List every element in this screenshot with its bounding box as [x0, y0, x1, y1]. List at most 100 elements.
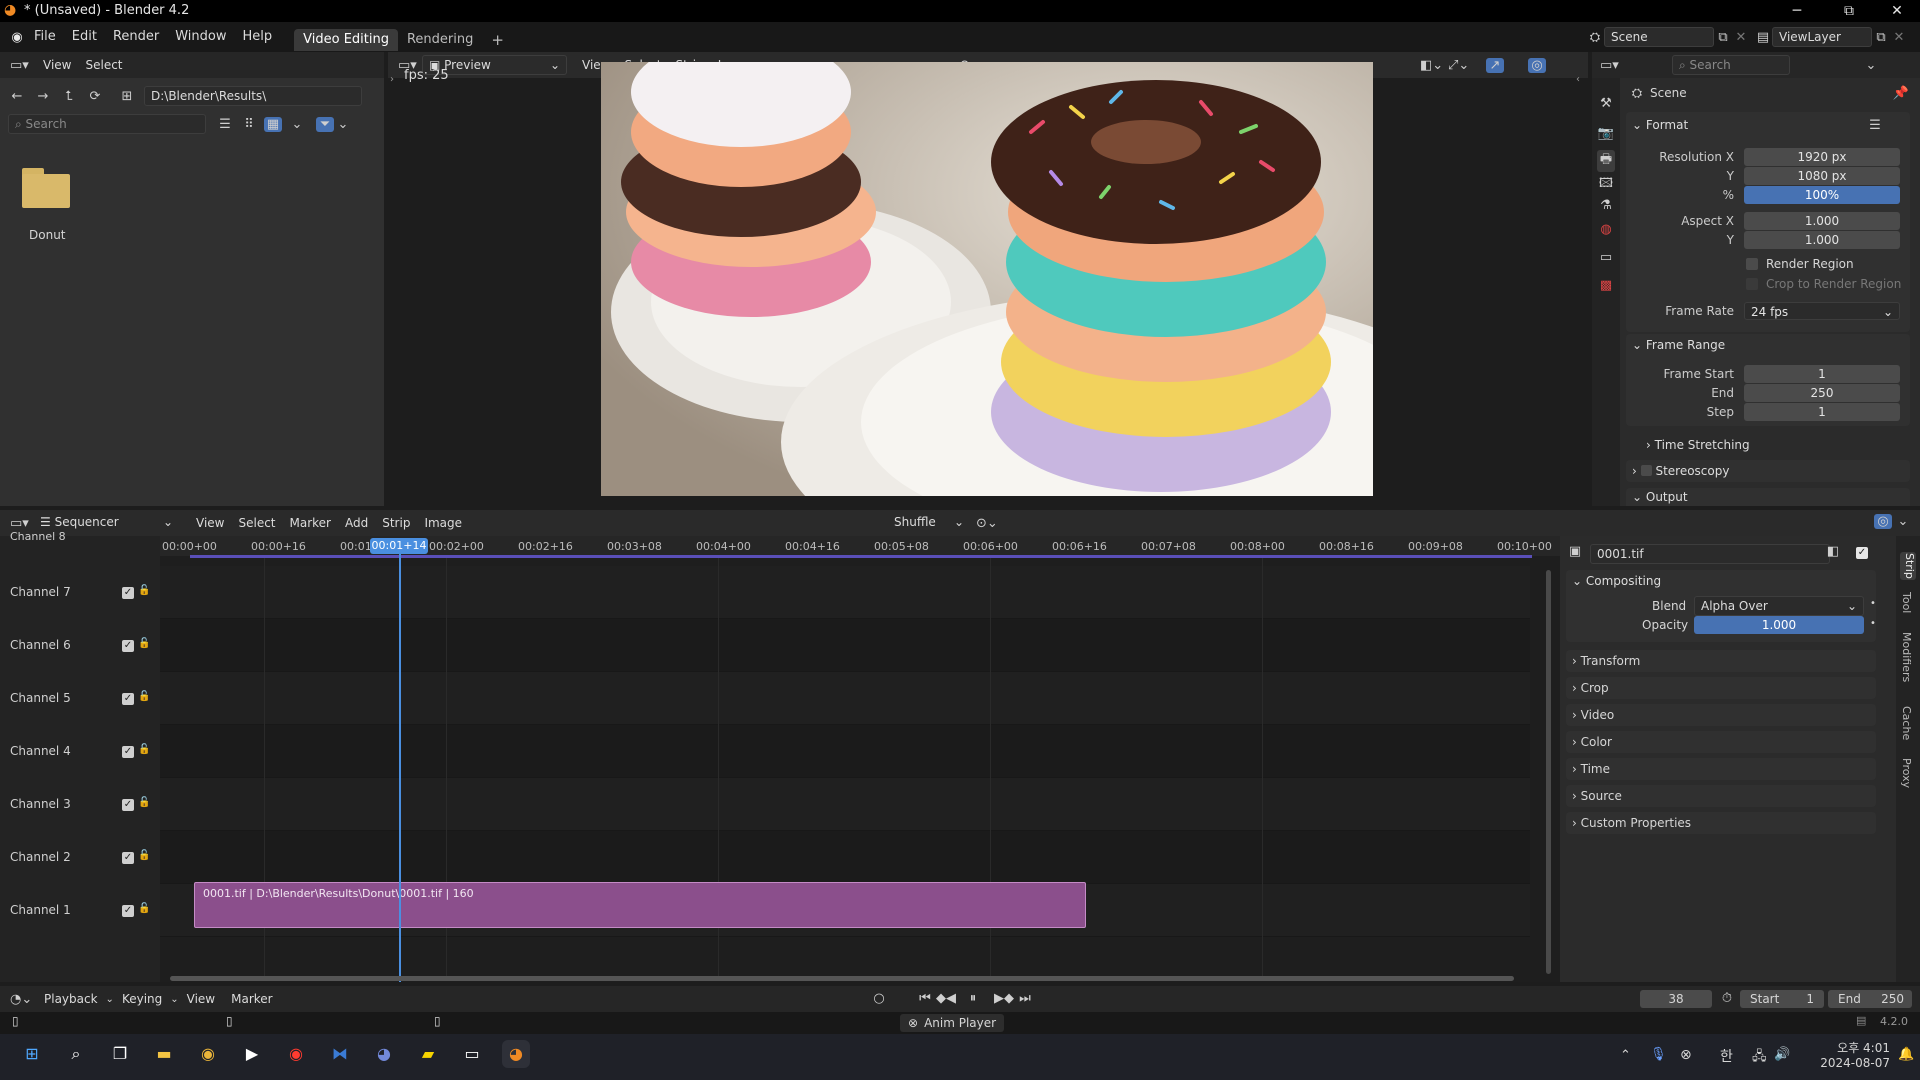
network-icon[interactable]: 🖧: [1752, 1047, 1767, 1069]
strip-section-panel[interactable]: › Time: [1566, 758, 1876, 780]
render-region-row[interactable]: Render Region: [1746, 257, 1854, 271]
fb-search-input[interactable]: ⌕ Search: [8, 114, 206, 134]
gizmo-icon[interactable]: ⤢⌄: [1448, 58, 1469, 73]
thumbnail-view-icon[interactable]: ▦: [264, 116, 282, 132]
notification-bell-icon[interactable]: 🔔: [1898, 1047, 1914, 1062]
strip-section-panel[interactable]: › Crop: [1566, 677, 1876, 699]
tab-cache[interactable]: Cache: [1900, 706, 1913, 740]
clock-date[interactable]: 2024-08-07: [1812, 1056, 1890, 1070]
seq-menu-add[interactable]: Add: [338, 510, 375, 536]
channel-label[interactable]: Channel 4: [10, 744, 71, 758]
start-frame-field[interactable]: Start 1: [1740, 990, 1824, 1008]
channel-lock-icon[interactable]: 🔓: [138, 744, 150, 755]
pin-icon[interactable]: 📌: [1892, 86, 1910, 101]
seq-menu-strip[interactable]: Strip: [375, 510, 417, 536]
snap-icon[interactable]: ⊙⌄: [976, 516, 998, 531]
channel-lock-icon[interactable]: 🔓: [138, 850, 150, 861]
tray-app-icon[interactable]: ⊗: [1680, 1047, 1692, 1063]
ime-indicator[interactable]: 한: [1720, 1046, 1733, 1066]
channel-row[interactable]: [160, 672, 1530, 725]
strip-section-panel[interactable]: › Color: [1566, 731, 1876, 753]
timeline-menu-keying[interactable]: Keying: [114, 986, 170, 1012]
channel-mute-checkbox[interactable]: ✓: [122, 798, 134, 811]
new-scene-icon[interactable]: ⧉: [1714, 30, 1732, 45]
channel-label[interactable]: Channel 1: [10, 903, 71, 917]
minimize-button[interactable]: ─: [1774, 0, 1820, 22]
microphone-icon[interactable]: 🎙: [1650, 1047, 1667, 1062]
terminal-icon[interactable]: ▭: [458, 1040, 486, 1068]
jump-keyframe-forward-icon[interactable]: ▶◆: [994, 991, 1014, 1006]
horizontal-scrollbar[interactable]: [170, 976, 1514, 981]
render-tab-icon[interactable]: 📷: [1597, 126, 1615, 141]
seq-editor-type-icon[interactable]: ▭▾: [10, 516, 29, 531]
channel-row[interactable]: [160, 831, 1530, 884]
resolution-x-field[interactable]: 1920 px: [1744, 148, 1900, 166]
blend-select[interactable]: Alpha Over ⌄: [1694, 596, 1864, 616]
media-player-icon[interactable]: ▶: [238, 1040, 266, 1068]
menu-help[interactable]: Help: [235, 22, 281, 52]
detail-view-icon[interactable]: ⠿: [240, 117, 258, 132]
anim-player-job[interactable]: ⊗ Anim Player: [900, 1014, 1005, 1032]
refresh-icon[interactable]: ⟳: [86, 89, 104, 104]
frame-range-header[interactable]: ⌄ Frame Range: [1632, 334, 1725, 356]
cancel-job-icon[interactable]: ⊗: [908, 1016, 918, 1030]
overlay-toggle-icon[interactable]: ◎: [1874, 514, 1892, 529]
add-workspace-button[interactable]: +: [482, 29, 513, 51]
kakaotalk-icon[interactable]: ▰: [414, 1040, 442, 1068]
channel-label[interactable]: Channel 2: [10, 850, 71, 864]
opacity-keyframe-icon[interactable]: •: [1870, 618, 1876, 629]
search-icon[interactable]: ⌕: [62, 1040, 90, 1068]
channel-label[interactable]: Channel 5: [10, 691, 71, 705]
discord-icon[interactable]: ◕: [370, 1040, 398, 1068]
seq-menu-image[interactable]: Image: [417, 510, 469, 536]
output-header[interactable]: ⌄ Output: [1632, 488, 1688, 506]
close-button[interactable]: ✕: [1874, 0, 1920, 22]
jump-keyframe-back-icon[interactable]: ◆◀: [936, 991, 956, 1006]
vertical-scrollbar[interactable]: [1546, 570, 1551, 974]
channel-row[interactable]: [160, 725, 1530, 778]
playhead-label[interactable]: 00:01+14: [370, 538, 428, 554]
prop-options-icon[interactable]: ⌄: [1862, 58, 1880, 73]
channel-row[interactable]: [160, 566, 1530, 619]
fb-menu-view[interactable]: View: [36, 52, 78, 78]
frame-rate-select[interactable]: 24 fps ⌄: [1744, 302, 1900, 320]
image-strip[interactable]: 0001.tif | D:\Blender\Results\Donut\0001…: [194, 882, 1086, 928]
channel-label[interactable]: Channel 3: [10, 797, 71, 811]
channel-mute-checkbox[interactable]: ✓: [122, 745, 134, 758]
path-field[interactable]: D:\Blender\Results\: [144, 86, 362, 106]
presets-icon[interactable]: ☰: [1866, 118, 1884, 133]
timeline-menu-playback[interactable]: Playback: [36, 986, 106, 1012]
stereoscopy-header[interactable]: › Stereoscopy: [1632, 460, 1729, 482]
menu-render[interactable]: Render: [105, 22, 167, 52]
resolution-y-field[interactable]: 1080 px: [1744, 167, 1900, 185]
opacity-field[interactable]: 1.000: [1694, 616, 1864, 634]
clock-time[interactable]: 오후 4:01: [1820, 1039, 1890, 1056]
tab-proxy[interactable]: Proxy: [1900, 758, 1913, 788]
strip-mute-checkbox[interactable]: ✓: [1856, 547, 1868, 559]
fb-menu-select[interactable]: Select: [78, 52, 129, 78]
resolution-pct-field[interactable]: 100%: [1744, 186, 1900, 204]
youtube-music-icon[interactable]: ◉: [282, 1040, 310, 1068]
filter-icon[interactable]: ⏷: [316, 116, 334, 132]
file-explorer-icon[interactable]: ▬: [150, 1040, 178, 1068]
prop-editor-type-icon[interactable]: ▭▾: [1600, 58, 1619, 73]
blender-taskbar-icon[interactable]: ◕: [502, 1040, 530, 1068]
channel-mute-checkbox[interactable]: ✓: [122, 639, 134, 652]
capcut-icon[interactable]: ⧓: [326, 1040, 354, 1068]
scene-field[interactable]: Scene: [1604, 27, 1714, 47]
remove-viewlayer-icon[interactable]: ✕: [1890, 30, 1908, 45]
format-panel-header[interactable]: ⌄ Format: [1632, 114, 1688, 136]
strip-section-panel[interactable]: › Source: [1566, 785, 1876, 807]
preview-range-icon[interactable]: ⏱: [1718, 991, 1736, 1006]
stereoscopy-checkbox[interactable]: [1640, 465, 1652, 476]
list-view-icon[interactable]: ☰: [216, 117, 234, 132]
strip-section-panel[interactable]: › Video: [1566, 704, 1876, 726]
channel-lock-icon[interactable]: 🔓: [138, 903, 150, 914]
new-folder-icon[interactable]: ⊞: [118, 89, 136, 104]
render-region-checkbox[interactable]: [1746, 258, 1758, 270]
jump-start-icon[interactable]: ⏮: [916, 991, 934, 1006]
show-gizmo-icon[interactable]: ↗: [1486, 57, 1504, 73]
tray-expand-icon[interactable]: ⌃: [1620, 1048, 1631, 1063]
prop-search-input[interactable]: ⌕ Search: [1672, 55, 1790, 75]
playhead-line[interactable]: [399, 540, 401, 982]
